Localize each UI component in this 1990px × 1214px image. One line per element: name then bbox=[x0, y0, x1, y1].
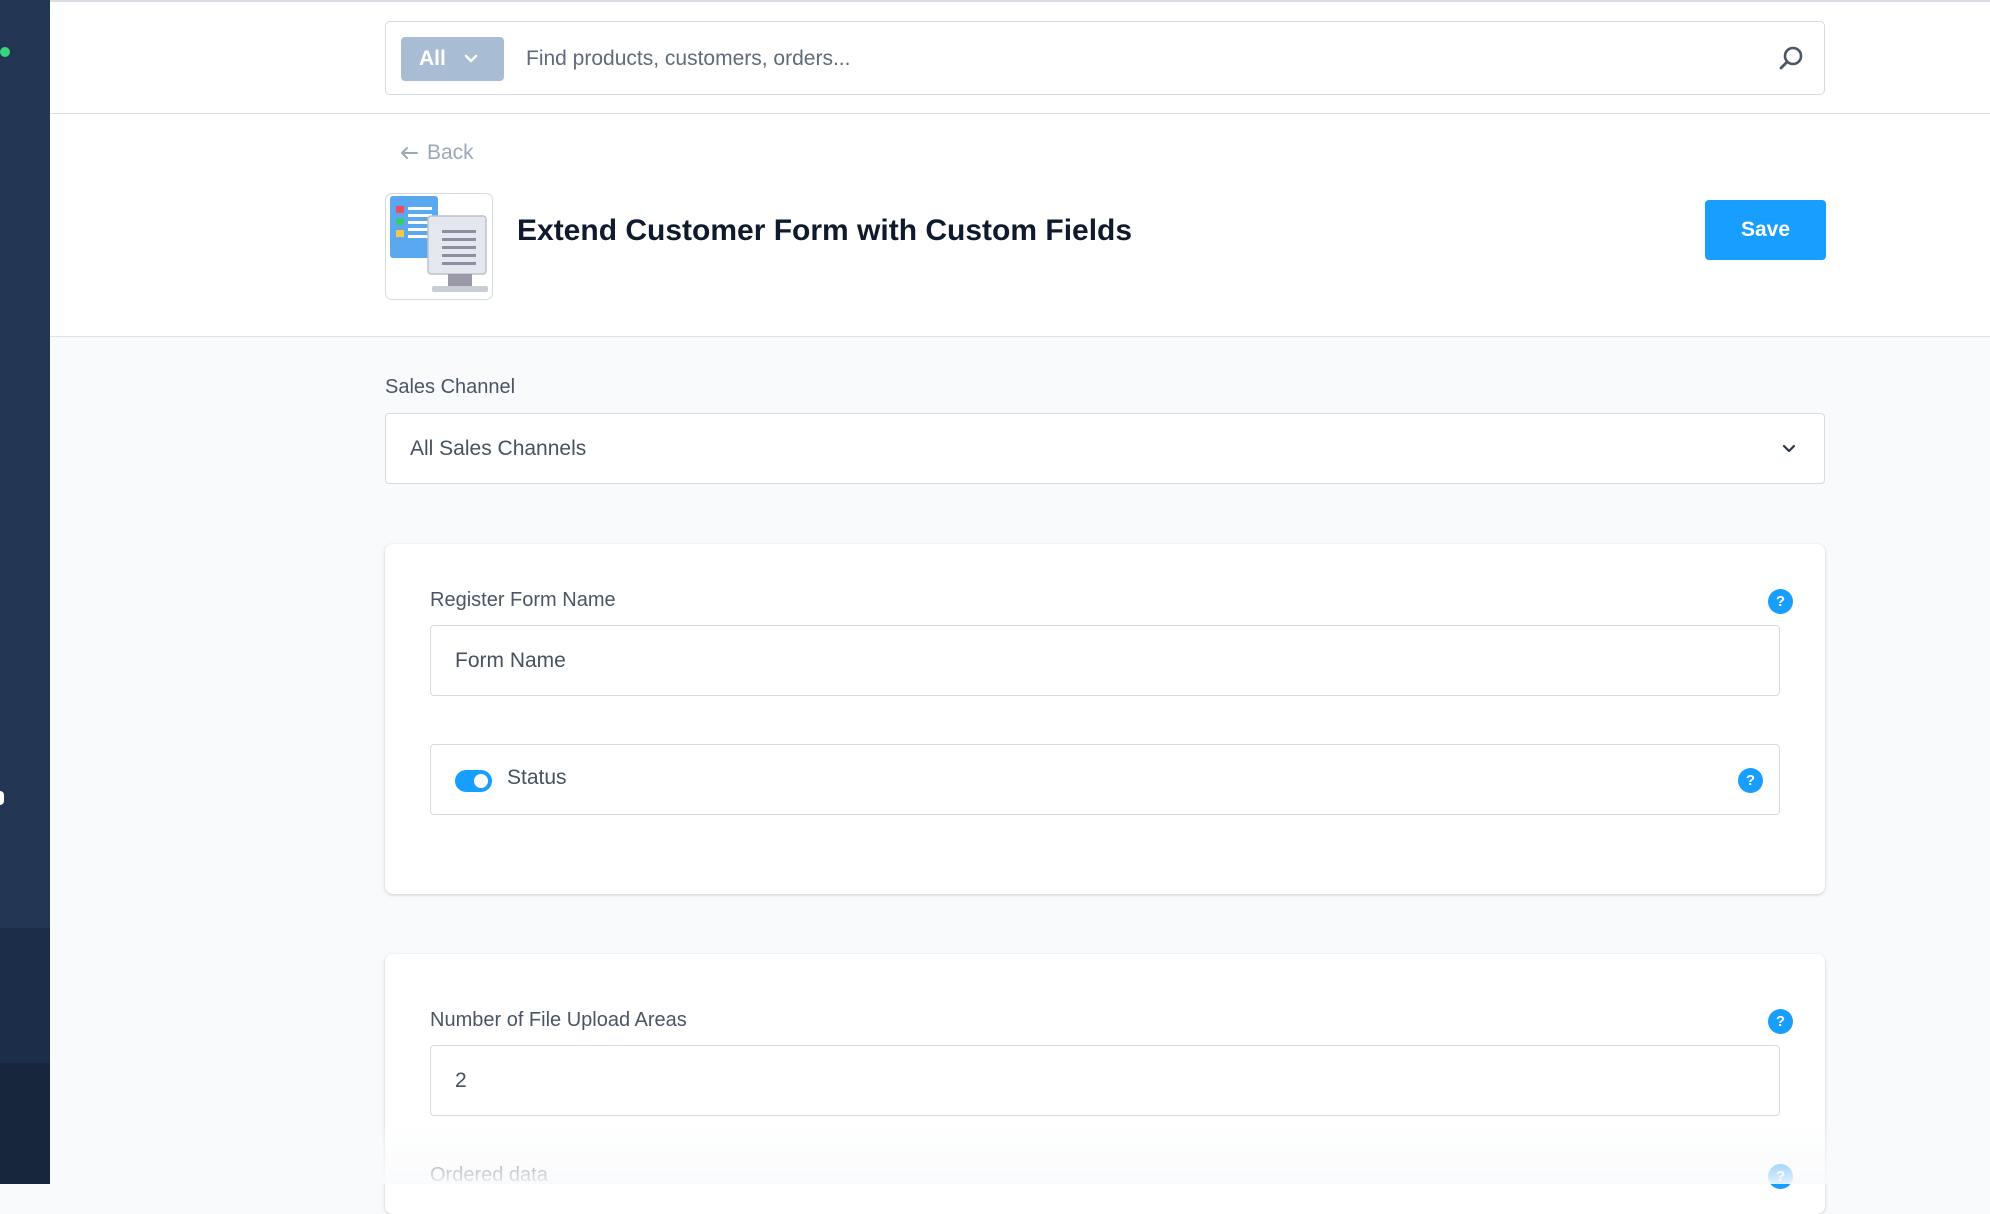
save-button[interactable]: Save bbox=[1705, 200, 1826, 260]
admin-sidebar bbox=[0, 0, 50, 1184]
sales-channel-label: Sales Channel bbox=[385, 376, 516, 398]
arrow-left-icon bbox=[401, 147, 418, 159]
form-name-input[interactable] bbox=[430, 625, 1780, 696]
sales-channel-select[interactable]: All Sales Channels bbox=[385, 413, 1825, 484]
help-icon[interactable]: ? bbox=[1738, 768, 1763, 793]
search-icon[interactable] bbox=[1774, 42, 1808, 76]
sidebar-collapse-handle[interactable] bbox=[0, 791, 4, 805]
help-icon[interactable]: ? bbox=[1768, 589, 1793, 614]
page-header: Back Extend Customer Form with Custom Fi… bbox=[50, 114, 1990, 337]
search-input[interactable] bbox=[526, 38, 1726, 80]
status-field: Status ? bbox=[430, 744, 1780, 815]
top-bar: All bbox=[50, 0, 1990, 114]
help-icon[interactable]: ? bbox=[1768, 1164, 1793, 1189]
file-upload-card: Number of File Upload Areas ? Ordered da… bbox=[385, 954, 1825, 1214]
page-title: Extend Customer Form with Custom Fields bbox=[517, 214, 1133, 247]
file-areas-label: Number of File Upload Areas bbox=[430, 1009, 687, 1031]
chevron-down-icon bbox=[464, 54, 478, 63]
global-search: All bbox=[385, 21, 1825, 95]
sidebar-footer bbox=[0, 1063, 50, 1184]
back-label: Back bbox=[427, 141, 474, 164]
sidebar-section bbox=[0, 928, 50, 1063]
file-areas-input[interactable] bbox=[430, 1045, 1780, 1116]
online-indicator bbox=[0, 47, 10, 57]
search-filter-dropdown[interactable]: All bbox=[401, 37, 504, 81]
chevron-down-icon bbox=[1782, 444, 1796, 453]
search-filter-label: All bbox=[419, 47, 446, 70]
status-label: Status bbox=[507, 766, 567, 789]
form-document-icon bbox=[390, 196, 488, 292]
app-logo bbox=[385, 193, 493, 300]
help-icon[interactable]: ? bbox=[1768, 1009, 1793, 1034]
toggle-knob bbox=[474, 774, 488, 788]
status-toggle[interactable] bbox=[455, 770, 492, 792]
sales-channel-value: All Sales Channels bbox=[410, 436, 587, 460]
register-form-card: Register Form Name ? Status ? bbox=[385, 544, 1825, 894]
form-name-label: Register Form Name bbox=[430, 589, 616, 611]
back-link[interactable]: Back bbox=[399, 138, 474, 168]
